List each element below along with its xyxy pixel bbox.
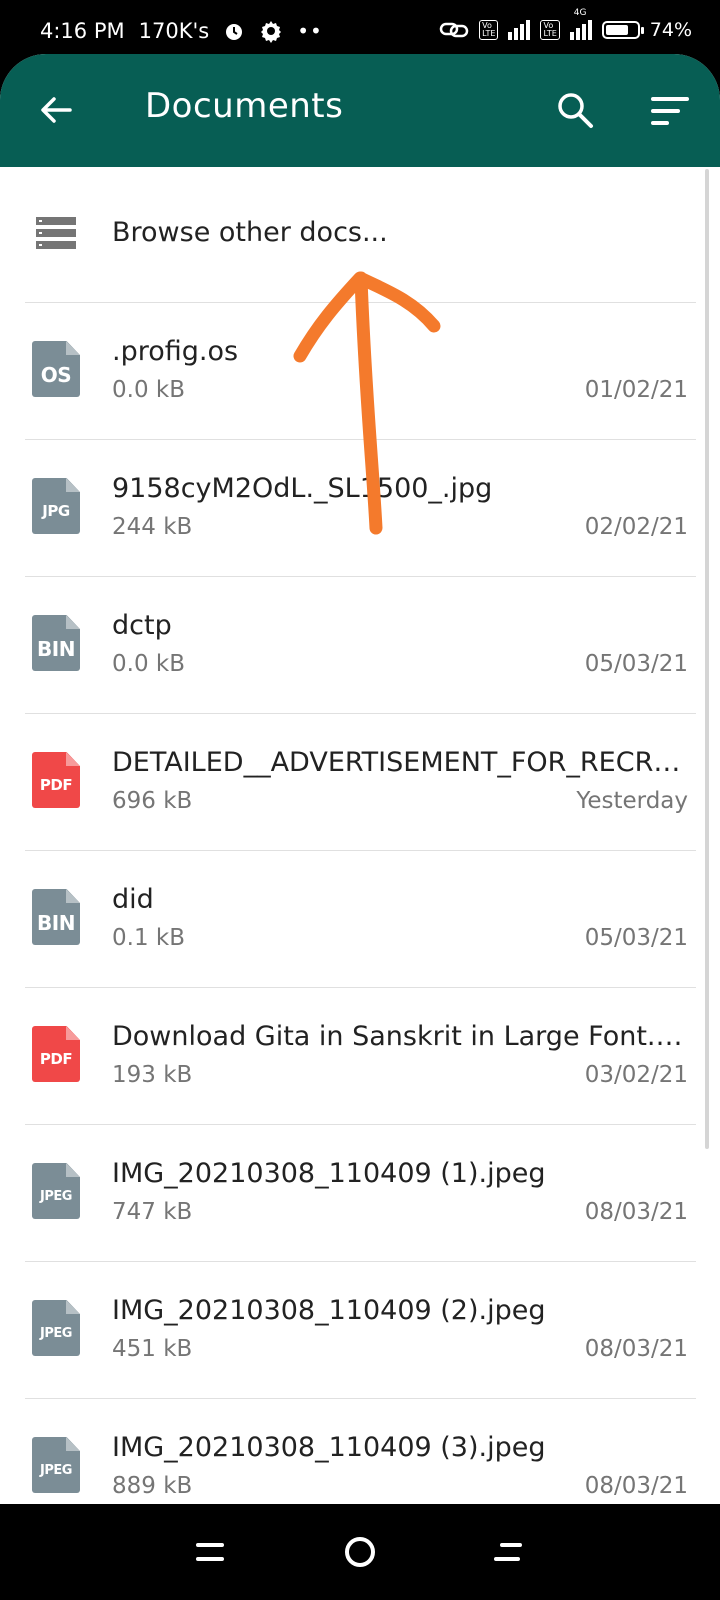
file-type-icon: PDF: [32, 1026, 80, 1082]
file-type-icon: JPG: [32, 478, 80, 534]
page-title: Documents: [145, 86, 344, 126]
file-name: dctp: [112, 610, 172, 641]
file-row[interactable]: PDF Download Gita in Sanskrit in Large Fo…: [0, 988, 720, 1124]
back-icon[interactable]: [488, 1532, 528, 1572]
file-type-label: JPEG: [40, 1463, 72, 1478]
file-size: 747 kB: [112, 1199, 193, 1225]
file-type-icon: BIN: [32, 889, 80, 945]
file-size: 244 kB: [112, 514, 193, 540]
documents-screen: Documents Browse other docs... OS .profig…: [0, 54, 720, 1504]
app-bar: Documents: [0, 54, 720, 167]
file-type-icon: JPEG: [32, 1163, 80, 1219]
file-type-label: BIN: [37, 911, 75, 935]
scrollbar[interactable]: [705, 169, 709, 1149]
file-date: 03/02/21: [584, 1062, 688, 1088]
file-date: 08/03/21: [584, 1336, 688, 1362]
signal-strength-icon-2: 4G: [569, 8, 592, 40]
system-nav-bar: [0, 1504, 720, 1600]
file-name: 9158cyM2OdL._SL1500_.jpg: [112, 473, 493, 504]
home-circle-icon[interactable]: [340, 1532, 380, 1572]
menu-icon[interactable]: [190, 1532, 230, 1572]
file-type-icon: PDF: [32, 752, 80, 808]
file-size: 0.0 kB: [112, 377, 185, 403]
file-size: 193 kB: [112, 1062, 193, 1088]
settings-gear-icon: [261, 21, 282, 43]
file-size: 451 kB: [112, 1336, 193, 1362]
sort-icon[interactable]: [650, 94, 690, 128]
file-name: did: [112, 884, 154, 915]
browse-other-docs-label: Browse other docs...: [112, 217, 388, 248]
browse-other-docs-row[interactable]: Browse other docs...: [0, 167, 720, 302]
battery-percent: 74%: [649, 19, 692, 41]
file-row[interactable]: BIN dctp 0.0 kB 05/03/21: [0, 577, 720, 713]
file-name: DETAILED__ADVERTISEMENT_FOR_RECRUITMENT.…: [112, 747, 687, 778]
file-type-icon: JPEG: [32, 1437, 80, 1493]
file-row[interactable]: OS .profig.os 0.0 kB 01/02/21: [0, 303, 720, 439]
file-row[interactable]: JPG 9158cyM2OdL._SL1500_.jpg 244 kB 02/02/2…: [0, 440, 720, 576]
file-type-icon: BIN: [32, 615, 80, 671]
volte-badge-icon: Vo LTE: [479, 20, 499, 40]
file-date: 01/02/21: [584, 377, 688, 403]
battery-icon: [601, 21, 644, 39]
back-arrow-icon[interactable]: [36, 90, 76, 130]
file-type-label: PDF: [39, 776, 73, 794]
more-dots-icon: ••: [297, 19, 323, 43]
file-list: Browse other docs... OS .profig.os 0.0 kB 0…: [0, 167, 720, 1504]
file-date: 05/03/21: [584, 651, 688, 677]
search-icon[interactable]: [555, 90, 595, 130]
file-type-label: BIN: [37, 637, 75, 661]
file-type-label: JPEG: [40, 1326, 72, 1341]
file-type-label: JPEG: [40, 1189, 72, 1204]
volte-badge-icon-2: Vo LTE: [540, 20, 560, 40]
link-icon: [439, 22, 469, 38]
storage-list-icon: [36, 217, 76, 249]
network-type-label: 4G: [573, 8, 587, 18]
file-name: IMG_20210308_110409 (2).jpeg: [112, 1295, 546, 1326]
file-size: 889 kB: [112, 1473, 193, 1499]
file-date: 02/02/21: [584, 514, 688, 540]
file-row[interactable]: BIN did 0.1 kB 05/03/21: [0, 851, 720, 987]
file-size: 0.0 kB: [112, 651, 185, 677]
file-row[interactable]: PDF DETAILED__ADVERTISEMENT_FOR_RECRUITME…: [0, 714, 720, 850]
file-name: .profig.os: [112, 336, 239, 367]
status-time: 4:16 PM: [40, 19, 125, 43]
file-type-label: OS: [40, 363, 72, 387]
file-size: 0.1 kB: [112, 925, 185, 951]
alarm-icon: [226, 24, 243, 40]
file-date: 08/03/21: [584, 1473, 688, 1499]
file-row[interactable]: JPEG IMG_20210308_110409 (1).jpeg 747 kB 08…: [0, 1125, 720, 1261]
file-date: 05/03/21: [584, 925, 688, 951]
status-carrier: 170K's: [138, 19, 210, 43]
file-type-label: PDF: [39, 1050, 73, 1068]
file-date: 08/03/21: [584, 1199, 688, 1225]
file-type-icon: JPEG: [32, 1300, 80, 1356]
file-name: Download Gita in Sanskrit in Large Font.…: [112, 1021, 687, 1052]
file-row[interactable]: JPEG IMG_20210308_110409 (2).jpeg 451 kB 08…: [0, 1262, 720, 1398]
file-name: IMG_20210308_110409 (3).jpeg: [112, 1432, 546, 1463]
file-type-label: JPG: [42, 502, 70, 520]
file-name: IMG_20210308_110409 (1).jpeg: [112, 1158, 546, 1189]
file-type-icon: OS: [32, 341, 80, 397]
signal-strength-icon: [508, 20, 531, 40]
file-row[interactable]: JPEG IMG_20210308_110409 (3).jpeg 889 kB 08…: [0, 1399, 720, 1504]
file-date: Yesterday: [576, 788, 688, 814]
file-size: 696 kB: [112, 788, 193, 814]
